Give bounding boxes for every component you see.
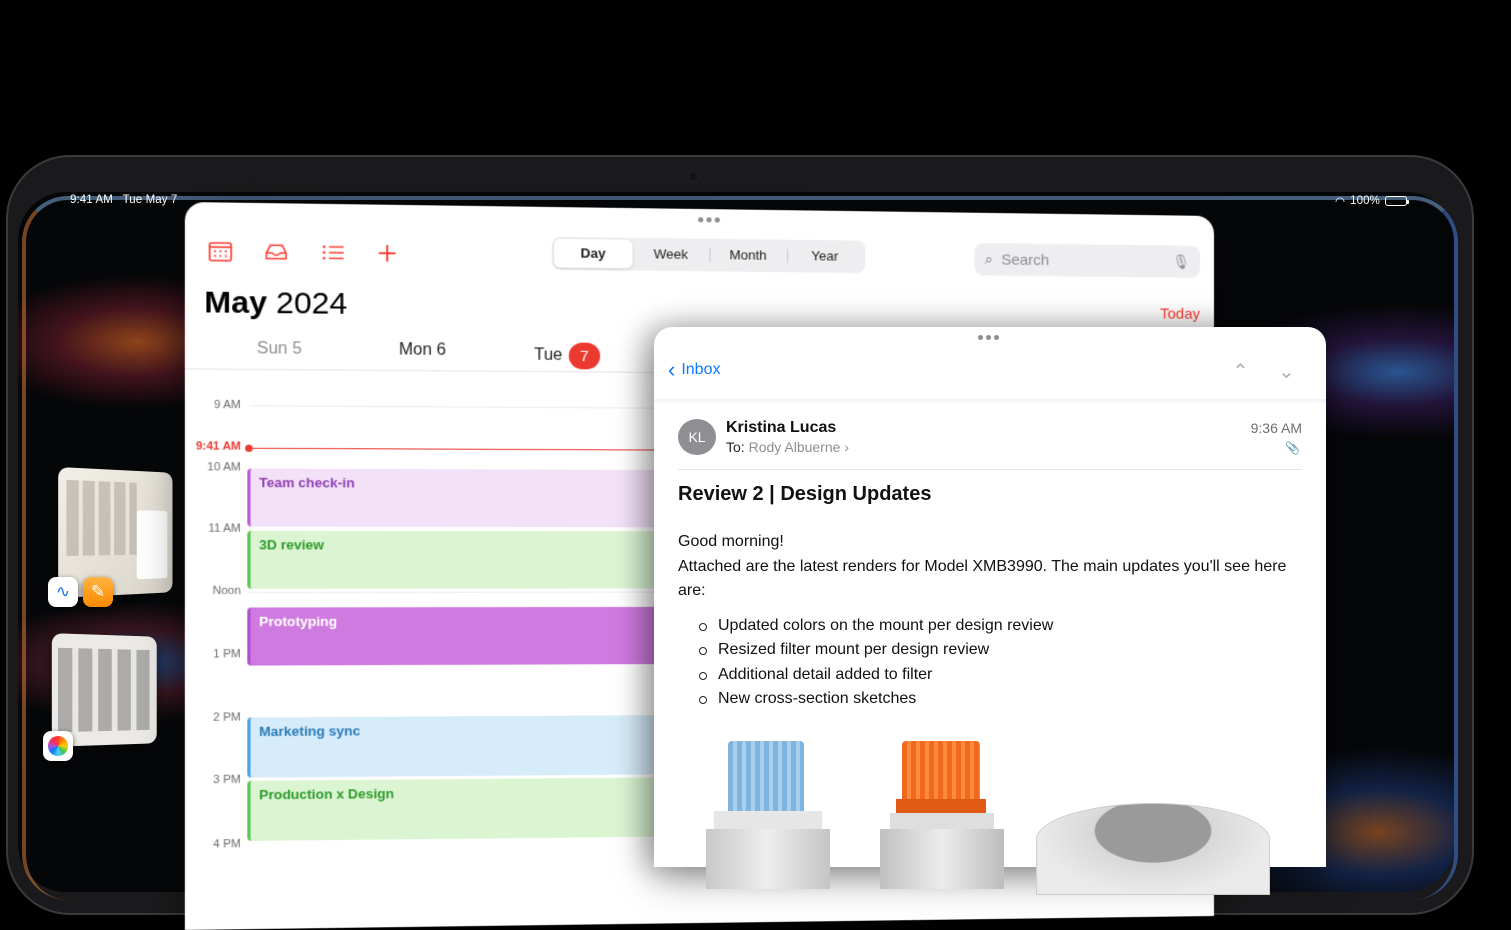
year-name: 2024 <box>276 286 347 321</box>
render-filter-mount[interactable] <box>1036 803 1270 895</box>
microphone-icon[interactable]: 🎙 <box>1172 253 1190 270</box>
segment-day[interactable]: Day <box>554 239 632 269</box>
to-label: To: <box>726 439 745 455</box>
paperclip-icon: 📎 <box>1285 441 1300 455</box>
inbox-icon[interactable] <box>262 239 290 264</box>
render-blue-cap-filter[interactable] <box>706 741 830 881</box>
time-label: 3 PM <box>200 774 241 787</box>
battery-percent: 100% <box>1350 195 1380 207</box>
mail-intro: Attached are the latest renders for Mode… <box>678 555 1288 604</box>
mail-time: 9:36 AM <box>1251 420 1302 436</box>
freeform-app-icon[interactable]: ∿ <box>48 577 78 607</box>
status-bar-right: ◠ 100% <box>1335 194 1407 208</box>
search-placeholder: Search <box>1001 251 1049 269</box>
chevron-up-icon[interactable]: ⌃ <box>1232 359 1249 384</box>
list-item: Resized filter mount per design review <box>718 638 1288 663</box>
view-segmented-control: Day Week Month Year <box>552 237 865 273</box>
plus-icon[interactable] <box>373 241 401 266</box>
status-date: Tue May 7 <box>123 194 178 206</box>
current-time-dot <box>245 445 253 452</box>
sender-name[interactable]: Kristina Lucas <box>726 419 836 437</box>
window-grabber[interactable] <box>698 217 720 222</box>
time-label: 2 PM <box>200 711 241 724</box>
month-name: May <box>204 285 267 320</box>
search-field[interactable]: ⌕ Search 🎙 <box>974 243 1200 278</box>
search-icon: ⌕ <box>985 251 994 268</box>
time-label: 9 AM <box>200 399 241 412</box>
mail-subject: Review 2 | Design Updates <box>678 483 931 506</box>
chevron-down-icon[interactable]: ⌄ <box>1278 359 1295 384</box>
pages-app-icon[interactable]: ✎ <box>83 577 113 607</box>
day-header-sun[interactable]: Sun 5 <box>257 340 302 359</box>
time-label: 4 PM <box>200 838 241 851</box>
render-orange-cap-filter[interactable] <box>880 741 1004 881</box>
day-header-tue[interactable]: Tue 7 <box>534 342 600 369</box>
wifi-icon: ◠ <box>1335 194 1345 208</box>
time-label: 1 PM <box>200 648 241 661</box>
back-label: Inbox <box>681 361 720 379</box>
list-item: Updated colors on the mount per design r… <box>718 614 1288 639</box>
chevron-left-icon: ‹ <box>668 362 675 378</box>
attachment-renders[interactable] <box>694 737 1294 877</box>
today-date-badge: 7 <box>569 343 600 370</box>
sender-avatar[interactable]: KL <box>678 419 716 455</box>
battery-icon <box>1385 196 1407 206</box>
day-header-mon[interactable]: Mon 6 <box>399 341 446 360</box>
day-header-tue-label: Tue <box>534 346 562 365</box>
photos-app-icon[interactable] <box>43 731 73 761</box>
time-label: 10 AM <box>200 461 241 474</box>
mail-greeting: Good morning! <box>678 530 1288 555</box>
segment-week[interactable]: Week <box>632 240 709 270</box>
thumbnail-card <box>137 510 168 579</box>
current-time-label: 9:41 AM <box>193 440 240 453</box>
header-divider <box>678 469 1302 470</box>
status-bar-left: 9:41 AM Tue May 7 <box>70 194 177 206</box>
mail-bullet-list: Updated colors on the mount per design r… <box>678 614 1288 712</box>
time-label: Noon <box>200 585 241 598</box>
segment-year[interactable]: Year <box>787 242 864 271</box>
recipient-name: Rody Albuerne <box>749 439 841 455</box>
time-label: 11 AM <box>200 522 241 535</box>
list-icon[interactable] <box>319 240 347 265</box>
front-camera <box>689 172 698 181</box>
mail-window: ‹ Inbox ⌃ ⌄ KL Kristina Lucas To: Rody A… <box>654 327 1326 867</box>
calendar-icon[interactable] <box>206 239 234 264</box>
today-button[interactable]: Today <box>1160 305 1200 322</box>
month-title: May 2024 <box>204 285 347 322</box>
status-time: 9:41 AM <box>70 194 113 206</box>
mail-body: Good morning! Attached are the latest re… <box>678 530 1288 712</box>
stage-manager-window-photos[interactable] <box>52 633 157 747</box>
back-to-inbox-button[interactable]: ‹ Inbox <box>668 361 720 379</box>
recipient-line[interactable]: To: Rody Albuerne › <box>726 439 849 455</box>
window-grabber[interactable] <box>978 335 999 340</box>
list-item: Additional detail added to filter <box>718 663 1288 688</box>
chevron-right-icon: › <box>844 439 849 455</box>
list-item: New cross-section sketches <box>718 687 1288 712</box>
toolbar-divider <box>654 399 1326 405</box>
segment-month[interactable]: Month <box>710 241 787 270</box>
